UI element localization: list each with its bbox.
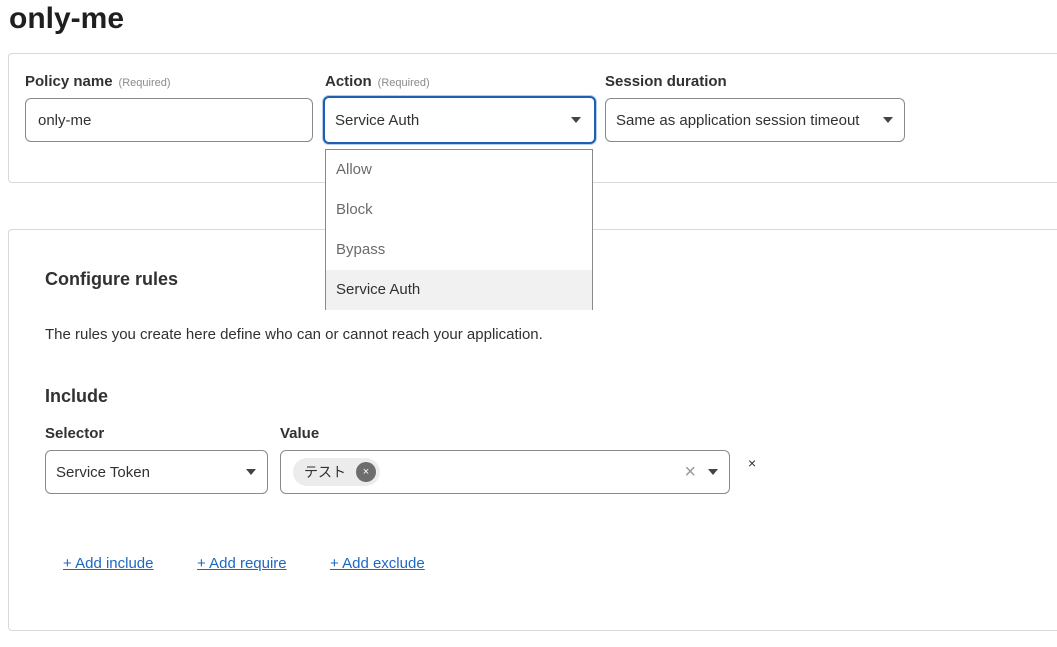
selector-label: Selector <box>45 425 105 442</box>
policy-name-label-text: Policy name <box>25 73 113 90</box>
action-label-text: Action <box>325 73 372 90</box>
action-required: (Required) <box>377 77 430 89</box>
session-duration-value: Same as application session timeout <box>616 111 860 129</box>
selector-select[interactable]: Service Token <box>45 450 268 494</box>
action-option-allow[interactable]: Allow <box>326 150 592 190</box>
policy-name-label: Policy name (Required) <box>25 73 171 90</box>
action-option-block[interactable]: Block <box>326 190 592 230</box>
chevron-down-icon <box>246 469 256 475</box>
tag-remove-icon[interactable]: × <box>356 462 376 482</box>
configure-rules-title: Configure rules <box>45 269 179 289</box>
add-require-link[interactable]: + Add require <box>197 555 287 572</box>
action-select-value: Service Auth <box>335 111 420 129</box>
selector-value: Service Token <box>56 463 150 481</box>
chevron-down-icon <box>883 117 893 123</box>
rules-description: The rules you create here define who can… <box>45 326 543 343</box>
clear-icon[interactable]: × <box>684 461 696 484</box>
policy-name-input[interactable] <box>25 98 313 142</box>
chevron-down-icon <box>708 469 718 475</box>
value-tag-label: テスト <box>304 464 346 480</box>
action-dropdown-menu: Allow Block Bypass Service Auth <box>325 149 593 310</box>
page-title: only-me <box>9 2 125 35</box>
add-include-link[interactable]: + Add include <box>63 555 154 572</box>
include-title: Include <box>45 386 109 406</box>
session-duration-label: Session duration <box>605 73 727 90</box>
chevron-down-icon <box>571 117 581 123</box>
action-option-bypass[interactable]: Bypass <box>326 230 592 270</box>
policy-name-required: (Required) <box>118 77 171 89</box>
value-tags: テスト × <box>293 458 684 486</box>
action-option-service-auth[interactable]: Service Auth <box>326 270 592 310</box>
value-multiselect[interactable]: テスト × × <box>280 450 730 494</box>
session-duration-select[interactable]: Same as application session timeout <box>605 98 905 142</box>
add-exclude-link[interactable]: + Add exclude <box>330 555 425 572</box>
action-select[interactable]: Service Auth <box>323 96 596 144</box>
remove-rule-icon[interactable]: × <box>748 455 756 471</box>
value-tag: テスト × <box>293 458 380 486</box>
value-label: Value <box>280 425 320 442</box>
action-label: Action (Required) <box>325 73 430 90</box>
